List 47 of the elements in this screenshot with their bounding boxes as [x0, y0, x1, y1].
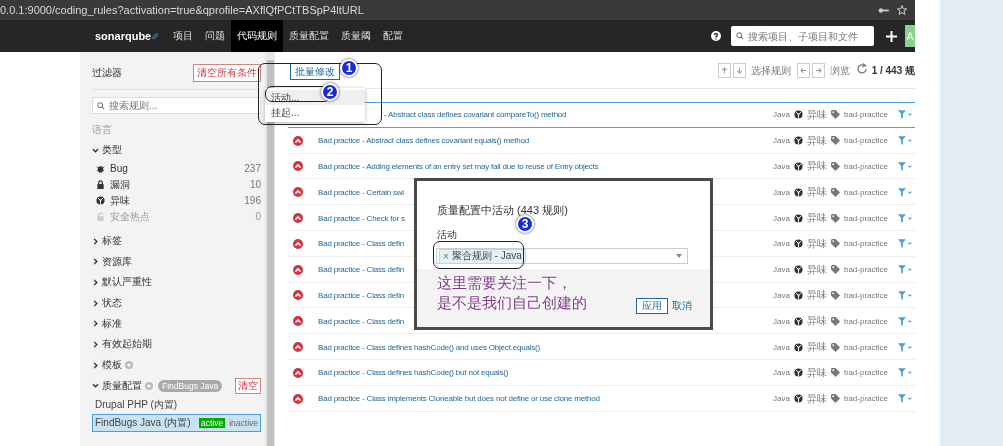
type-label: 异味 — [806, 288, 827, 303]
dialog-title: 质量配置中活动 (443 规则) — [437, 203, 569, 218]
filter-title: 过滤器 — [92, 66, 122, 80]
tag-label: bad-practice — [843, 316, 888, 326]
type-label: 异味 — [806, 159, 827, 174]
type-label: 异味 — [806, 236, 827, 251]
language-label: Java — [773, 213, 790, 223]
language-label: Java — [773, 342, 790, 352]
annotation-note: 这里需要关注一下， 是不是我们自己创建的 — [437, 273, 587, 313]
profile-chip: FindBugs Java — [158, 379, 223, 392]
tag-label: bad-practice — [843, 213, 888, 223]
type-label: 异味 — [806, 211, 827, 226]
language-label: Java — [773, 187, 790, 197]
language-label: Java — [773, 265, 790, 275]
language-label: Java — [773, 110, 790, 120]
tag-label: bad-practice — [843, 110, 888, 120]
language-label: Java — [773, 368, 790, 378]
language-label: Java — [773, 162, 790, 171]
language-label: Java — [773, 290, 790, 300]
tag-label: bad-practice — [843, 162, 888, 171]
type-label: 异味 — [806, 314, 827, 329]
browse-label: 浏览 — [829, 64, 850, 78]
select-rule-label: 选择规则 — [750, 64, 791, 78]
tag-label: bad-practice — [843, 342, 888, 352]
language-label: Java — [773, 136, 790, 146]
tag-label: bad-practice — [843, 265, 888, 275]
tag-label: bad-practice — [843, 394, 888, 404]
tag-label: bad-practice — [843, 239, 888, 249]
tag-label: bad-practice — [843, 187, 888, 197]
type-label: 异味 — [806, 133, 827, 148]
tag-label: bad-practice — [843, 136, 888, 146]
tag-label: bad-practice — [843, 368, 888, 378]
language-label: Java — [773, 239, 790, 249]
type-label: 异味 — [806, 185, 827, 200]
language-label: Java — [773, 316, 790, 326]
profile-name: Drupal PHP (内置) — [95, 398, 178, 413]
type-label: 异味 — [806, 262, 827, 277]
profile-name: FindBugs Java (内置) — [95, 416, 191, 431]
tag-label: bad-practice — [843, 290, 888, 300]
type-label: 异味 — [806, 107, 827, 122]
type-label: 异味 — [806, 391, 827, 406]
type-label: 异味 — [806, 365, 827, 380]
field-label: 活动 — [437, 228, 458, 242]
type-label: 异味 — [806, 340, 827, 355]
rule-counter: 1 / 443 规 — [871, 64, 915, 78]
chip-label: 聚合规则 - Java — [451, 249, 522, 263]
language-label: Java — [773, 394, 790, 404]
